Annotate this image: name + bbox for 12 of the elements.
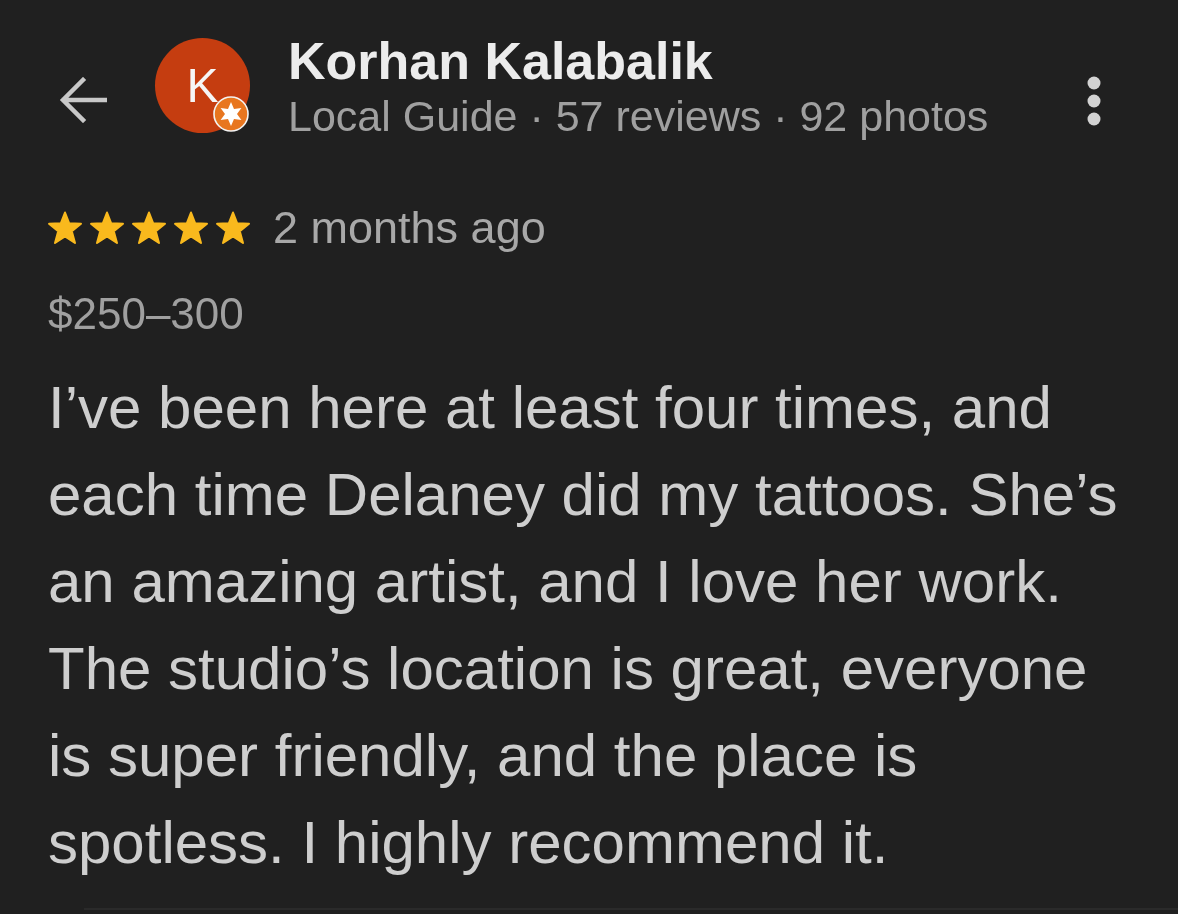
reviewer-name[interactable]: Korhan Kalabalik bbox=[288, 32, 713, 90]
price-range: $250–300 bbox=[48, 288, 244, 340]
reviewer-stats: Local Guide · 57 reviews · 92 photos bbox=[288, 91, 989, 142]
review-text: I’ve been here at least four times, and each time Delaney did my tattoos. She’s an amazing artist, and I love her work. The studio’s location is great, everyone is super friendly, and the place is spotless. I highly recommend it. bbox=[48, 373, 1119, 878]
review-date: 2 months ago bbox=[273, 202, 546, 254]
star-icon bbox=[89, 211, 125, 245]
star-icon bbox=[47, 211, 83, 245]
star-icon bbox=[173, 211, 209, 245]
back-arrow-icon[interactable] bbox=[59, 77, 107, 123]
star-icon bbox=[131, 211, 167, 245]
star-icon bbox=[215, 211, 251, 245]
more-options-icon[interactable] bbox=[1087, 76, 1101, 126]
